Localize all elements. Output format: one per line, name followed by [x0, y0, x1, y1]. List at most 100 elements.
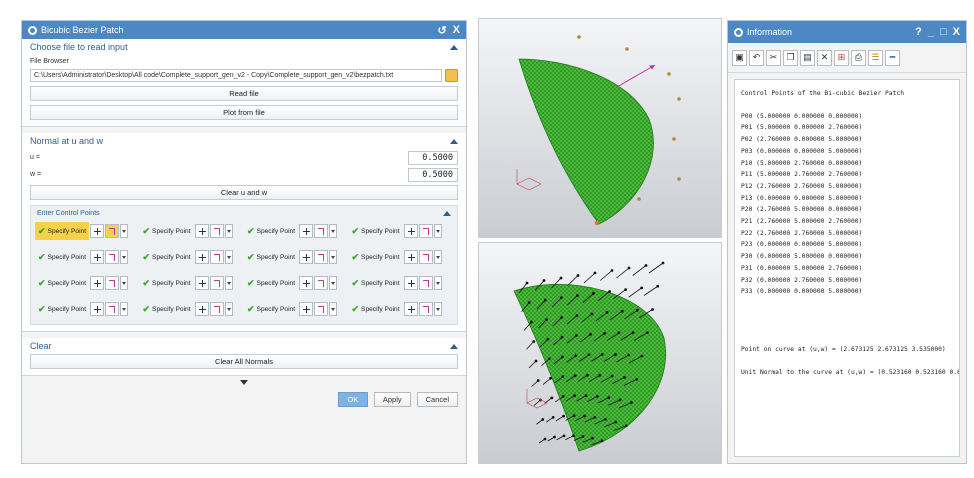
- delete-icon[interactable]: ✕: [817, 49, 832, 66]
- specify-point-9[interactable]: ✔ Specify Point: [140, 274, 245, 292]
- point-dialog-icon[interactable]: [299, 250, 314, 264]
- w-input[interactable]: 0.5000: [408, 167, 458, 182]
- section-header-file-input[interactable]: Choose file to read input: [22, 39, 466, 55]
- clear-uw-button[interactable]: Clear u and w: [30, 185, 458, 200]
- chevron-down-icon[interactable]: [224, 224, 233, 238]
- chevron-down-icon[interactable]: [120, 276, 129, 290]
- control-points-header[interactable]: Enter Control Points: [31, 206, 457, 220]
- inferred-point-icon[interactable]: [314, 224, 329, 238]
- specify-point-label[interactable]: ✔ Specify Point: [140, 274, 194, 292]
- ok-button[interactable]: OK: [337, 391, 368, 407]
- point-dialog-icon[interactable]: [403, 224, 418, 238]
- specify-point-label[interactable]: ✔ Specify Point: [244, 222, 298, 240]
- inferred-point-icon[interactable]: [418, 302, 433, 316]
- inferred-point-icon[interactable]: [209, 224, 224, 238]
- wrap-icon[interactable]: ☰: [868, 49, 883, 66]
- chevron-down-icon[interactable]: [433, 250, 442, 264]
- minus-icon[interactable]: ━: [885, 49, 900, 66]
- copy-icon[interactable]: ❐: [783, 49, 798, 66]
- point-dialog-icon[interactable]: [403, 250, 418, 264]
- collapse-icon[interactable]: [450, 44, 458, 50]
- chevron-down-icon[interactable]: [329, 224, 338, 238]
- section-header-normal[interactable]: Normal at u and w: [22, 133, 466, 149]
- specify-point-label[interactable]: ✔ Specify Point: [244, 274, 298, 292]
- u-input[interactable]: 0.5000: [408, 150, 458, 165]
- specify-point-label[interactable]: ✔ Specify Point: [349, 300, 403, 318]
- plot-from-file-button[interactable]: Plot from file: [30, 105, 458, 120]
- point-dialog-icon[interactable]: [90, 276, 105, 290]
- find-icon[interactable]: ⊞: [834, 49, 849, 66]
- chevron-down-icon[interactable]: [224, 302, 233, 316]
- point-dialog-icon[interactable]: [403, 276, 418, 290]
- specify-point-3[interactable]: ✔ Specify Point: [349, 222, 454, 240]
- close-icon[interactable]: X: [453, 24, 460, 36]
- chevron-down-icon[interactable]: [329, 302, 338, 316]
- inferred-point-icon[interactable]: [105, 250, 120, 264]
- chevron-down-icon[interactable]: [240, 379, 248, 385]
- point-dialog-icon[interactable]: [194, 276, 209, 290]
- specify-point-14[interactable]: ✔ Specify Point: [244, 300, 349, 318]
- chevron-down-icon[interactable]: [120, 302, 129, 316]
- specify-point-label[interactable]: ✔ Specify Point: [140, 248, 194, 266]
- specify-point-label[interactable]: ✔ Specify Point: [349, 222, 403, 240]
- inferred-point-icon[interactable]: [314, 250, 329, 264]
- chevron-down-icon[interactable]: [433, 224, 442, 238]
- point-dialog-icon[interactable]: [194, 224, 209, 238]
- point-dialog-icon[interactable]: [90, 224, 105, 238]
- point-dialog-icon[interactable]: [90, 250, 105, 264]
- specify-point-label[interactable]: ✔ Specify Point: [140, 300, 194, 318]
- inferred-point-icon[interactable]: [209, 302, 224, 316]
- more-options-toggle[interactable]: [22, 376, 466, 388]
- specify-point-label[interactable]: ✔ Specify Point: [349, 248, 403, 266]
- specify-point-8[interactable]: ✔ Specify Point: [35, 274, 140, 292]
- folder-open-icon[interactable]: [445, 68, 458, 82]
- apply-button[interactable]: Apply: [373, 391, 411, 407]
- file-path-input[interactable]: C:\Users\Administrator\Desktop\All code\…: [30, 68, 442, 82]
- point-dialog-icon[interactable]: [90, 302, 105, 316]
- section-header-clear[interactable]: Clear: [22, 338, 466, 354]
- specify-point-label[interactable]: ✔ Specify Point: [244, 300, 298, 318]
- undo-icon[interactable]: ↶: [749, 49, 764, 66]
- specify-point-label[interactable]: ✔ Specify Point: [140, 222, 194, 240]
- chevron-down-icon[interactable]: [120, 250, 129, 264]
- inferred-point-icon[interactable]: [418, 250, 433, 264]
- specify-point-11[interactable]: ✔ Specify Point: [349, 274, 454, 292]
- close-icon[interactable]: X: [953, 26, 960, 38]
- specify-point-2[interactable]: ✔ Specify Point: [244, 222, 349, 240]
- minimize-icon[interactable]: _: [928, 26, 934, 38]
- chevron-down-icon[interactable]: [433, 276, 442, 290]
- inferred-point-icon[interactable]: [418, 276, 433, 290]
- maximize-icon[interactable]: □: [940, 26, 947, 38]
- specify-point-5[interactable]: ✔ Specify Point: [140, 248, 245, 266]
- point-dialog-icon[interactable]: [194, 250, 209, 264]
- specify-point-label[interactable]: ✔ Specify Point: [349, 274, 403, 292]
- specify-point-label[interactable]: ✔ Specify Point: [35, 248, 89, 266]
- specify-point-6[interactable]: ✔ Specify Point: [244, 248, 349, 266]
- reset-icon[interactable]: ↺: [437, 24, 446, 37]
- specify-point-7[interactable]: ✔ Specify Point: [349, 248, 454, 266]
- point-dialog-icon[interactable]: [299, 224, 314, 238]
- graphics-view-normals[interactable]: [478, 242, 722, 464]
- chevron-down-icon[interactable]: [329, 250, 338, 264]
- inferred-point-icon[interactable]: [105, 276, 120, 290]
- specify-point-12[interactable]: ✔ Specify Point: [35, 300, 140, 318]
- paste-icon[interactable]: ▤: [800, 49, 815, 66]
- specify-point-label[interactable]: ✔ Specify Point: [35, 300, 89, 318]
- read-file-button[interactable]: Read file: [30, 86, 458, 101]
- specify-point-4[interactable]: ✔ Specify Point: [35, 248, 140, 266]
- inferred-point-icon[interactable]: [418, 224, 433, 238]
- inferred-point-icon[interactable]: [105, 224, 120, 238]
- inferred-point-icon[interactable]: [314, 276, 329, 290]
- specify-point-13[interactable]: ✔ Specify Point: [140, 300, 245, 318]
- point-dialog-icon[interactable]: [403, 302, 418, 316]
- specify-point-15[interactable]: ✔ Specify Point: [349, 300, 454, 318]
- specify-point-1[interactable]: ✔ Specify Point: [140, 222, 245, 240]
- collapse-icon[interactable]: [443, 210, 451, 216]
- cancel-button[interactable]: Cancel: [416, 391, 458, 407]
- print-icon[interactable]: ⎙: [851, 49, 866, 66]
- specify-point-label[interactable]: ✔ Specify Point: [35, 222, 90, 240]
- chevron-down-icon[interactable]: [329, 276, 338, 290]
- inferred-point-icon[interactable]: [209, 250, 224, 264]
- graphics-view-patch[interactable]: [478, 18, 722, 238]
- specify-point-10[interactable]: ✔ Specify Point: [244, 274, 349, 292]
